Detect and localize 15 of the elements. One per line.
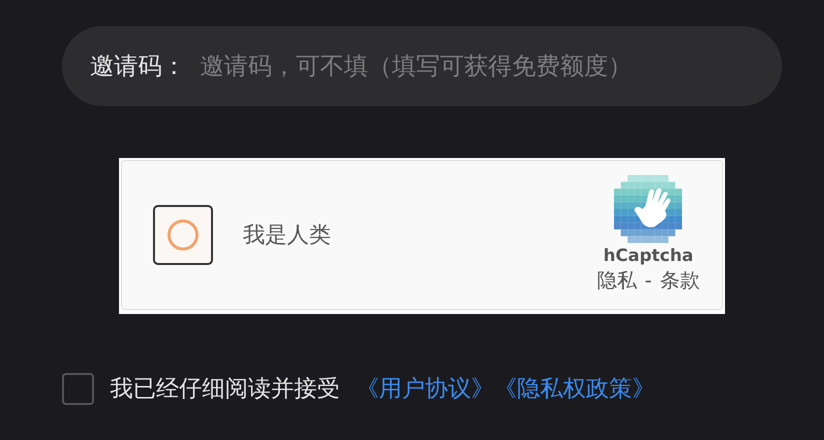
agreement-text: 我已经仔细阅读并接受 [110, 375, 340, 404]
invite-code-field[interactable]: 邀请码，可不填（填写可获得免费额度） [186, 48, 754, 84]
captcha-checkbox[interactable] [153, 205, 213, 265]
captcha-label: 我是人类 [243, 222, 331, 250]
privacy-link[interactable]: 隐私 [596, 268, 637, 292]
separator: - [644, 268, 652, 292]
privacy-policy-link[interactable]: 《隐私权政策》 [494, 372, 655, 406]
field-label: 邀请码： [90, 51, 186, 82]
invite-code-input[interactable]: 邀请码： 邀请码，可不填（填写可获得免费额度） [62, 26, 782, 106]
user-agreement-link[interactable]: 《用户协议》 [356, 372, 494, 406]
agreement-checkbox[interactable] [62, 373, 94, 406]
ring-icon [166, 218, 200, 252]
hand-logo-icon [614, 174, 682, 243]
brand-name: hCaptcha [603, 246, 694, 266]
terms-link[interactable]: 条款 [660, 268, 700, 292]
